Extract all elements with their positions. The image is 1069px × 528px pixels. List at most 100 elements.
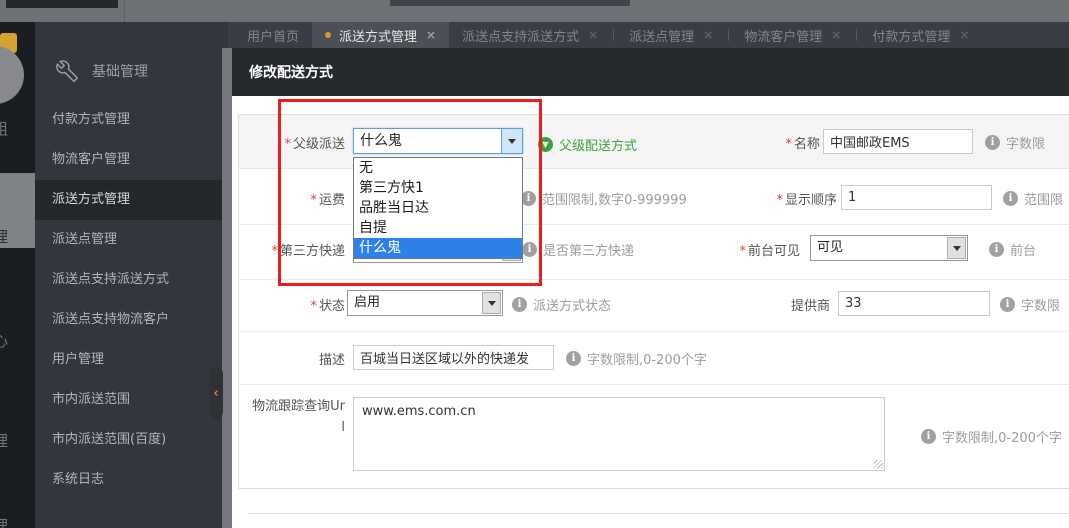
dropdown-arrow-button[interactable] [947,237,966,259]
tab-payment-method-mgmt[interactable]: 付款方式管理 × [859,22,982,48]
provider-hint: i 字数限 [1000,295,1060,314]
display-order-input[interactable] [841,185,992,210]
hint-text: 范围限制,数字0-999999 [542,189,687,208]
tab-label: 用户首页 [247,26,299,45]
link-text: 父级配送方式 [559,135,637,154]
status-label: *状态 [235,295,345,314]
sidebar-item-city-delivery-range-baidu[interactable]: 市内派送范围(百度) [35,420,228,460]
dropdown-option[interactable]: 品胜当日达 [354,198,522,218]
chevron-down-icon [508,139,516,144]
required-asterisk: * [739,244,746,259]
parent-delivery-select[interactable]: 什么鬼 [353,128,523,154]
hint-text: 前台 [1010,240,1036,259]
rail-item-partial[interactable]: 理 [0,430,35,451]
sidebar-item-point-support-customer[interactable]: 派送点支持物流客户 [35,300,228,340]
description-input[interactable] [353,345,554,370]
label-text: 前台可见 [748,244,800,259]
resize-grip[interactable] [874,460,883,469]
sidebar-item-delivery-point[interactable]: 派送点管理 [35,220,228,260]
dropdown-option[interactable]: 自提 [354,218,522,238]
sidebar-item-point-support-method[interactable]: 派送点支持派送方式 [35,260,228,300]
close-icon[interactable]: × [588,28,598,42]
sidebar-collapse-handle[interactable]: ‹ [209,367,223,419]
hint-text: 字数限 [1006,133,1045,152]
chevron-down-icon [488,301,496,306]
parent-delivery-link[interactable]: ▼ 父级配送方式 [538,135,637,154]
sidebar-item-user-mgmt[interactable]: 用户管理 [35,340,228,380]
rail-item-partial[interactable]: 理 [0,226,35,247]
chevron-left-icon: ‹ [213,386,218,401]
close-icon[interactable]: × [703,28,713,42]
sidebar-item-delivery-method[interactable]: 派送方式管理 [35,180,228,220]
topbar-divider [124,0,125,22]
tracking-url-textarea[interactable]: www.ems.com.cn [353,397,885,471]
front-visible-label: *前台可见 [690,240,800,259]
info-icon: i [566,351,581,366]
label-text: 父级派送 [293,137,345,152]
status-select[interactable]: 启用 [347,290,503,316]
close-icon[interactable]: × [831,28,841,42]
logo-fragment [6,0,118,8]
required-asterisk: * [271,244,278,259]
info-icon: i [1000,297,1015,312]
dropdown-option[interactable]: 第三方快1 [354,178,522,198]
label-text: 状态 [319,299,345,314]
hint-text: 范围限 [1024,189,1063,208]
label-text: 提供商 [791,299,830,314]
info-icon: i [985,135,1000,150]
label-text: 名称 [794,137,820,152]
rail-item-partial[interactable]: 心 [0,330,35,351]
dropdown-option[interactable]: 无 [354,158,522,178]
tab-bar: 用户首页 派送方式管理 × 派送点支持派送方式 × 派送点管理 × 物流客户管理… [228,22,1069,48]
dropdown-arrow-button[interactable] [482,292,501,314]
label-text: 显示顺序 [785,193,837,208]
provider-input[interactable] [838,291,990,316]
required-asterisk: * [785,137,792,152]
provider-label: 提供商 [720,295,830,314]
sidebar-section-basic-mgmt[interactable]: 基础管理 [35,46,228,96]
sidebar-menu: 付款方式管理 物流客户管理 派送方式管理 派送点管理 派送点支持派送方式 派送点… [35,100,228,500]
description-label: 描述 [235,349,345,368]
tab-delivery-point-mgmt[interactable]: 派送点管理 × [616,22,726,48]
sidebar-item-logistics-customer[interactable]: 物流客户管理 [35,140,228,180]
tab-label: 派送方式管理 [339,26,417,45]
tracking-url-label: 物流跟踪查询Url [249,396,345,438]
front-visible-select[interactable]: 可见 [810,235,968,261]
green-arrow-icon: ▼ [538,137,553,152]
wrench-icon [56,60,78,82]
close-icon[interactable]: × [959,28,969,42]
status-hint: i 派送方式状态 [512,295,611,314]
tab-delivery-method-mgmt[interactable]: 派送方式管理 × [312,22,449,48]
dropdown-option-selected[interactable]: 什么鬼 [354,238,522,258]
sidebar-item-city-delivery-range[interactable]: 市内派送范围 [35,380,228,420]
description-hint: i 字数限制,0-200个字 [566,349,707,368]
app-screen: 组 理 心 理 理 基础管理 付款方式管理 物流客户管理 派送方式管理 派送点管… [0,0,1069,528]
name-input[interactable] [823,129,973,154]
tab-logistics-customer-mgmt[interactable]: 物流客户管理 × [731,22,854,48]
tab-user-home[interactable]: 用户首页 [234,22,312,48]
select-value: 启用 [348,291,481,315]
parent-delivery-dropdown-list: 无 第三方快1 品胜当日达 自提 什么鬼 [353,157,523,259]
tab-separator [613,29,614,41]
required-asterisk: * [284,137,291,152]
hint-text: 是否第三方快递 [543,240,634,259]
close-icon[interactable]: × [426,28,436,42]
row-divider [239,384,1069,385]
sidebar-section-label: 基础管理 [92,61,148,81]
rail-item-partial[interactable]: 理 [0,515,35,528]
avatar[interactable] [0,46,24,104]
row-divider [239,279,1069,280]
panel-header: 修改配送方式 [232,48,1069,96]
footer-divider [248,513,1069,514]
info-icon: i [522,242,537,257]
parent-delivery-label: *父级派送 [235,133,345,152]
hint-text: 字数限制,0-200个字 [587,349,707,368]
sidebar-item-system-log[interactable]: 系统日志 [35,460,228,500]
tab-label: 付款方式管理 [872,26,950,45]
dropdown-arrow-button[interactable] [501,129,522,153]
rail-item-partial[interactable]: 组 [0,118,35,139]
tab-separator [728,29,729,41]
required-asterisk: * [776,193,783,208]
sidebar-item-payment-method[interactable]: 付款方式管理 [35,100,228,140]
tab-point-support-method[interactable]: 派送点支持派送方式 × [449,22,611,48]
